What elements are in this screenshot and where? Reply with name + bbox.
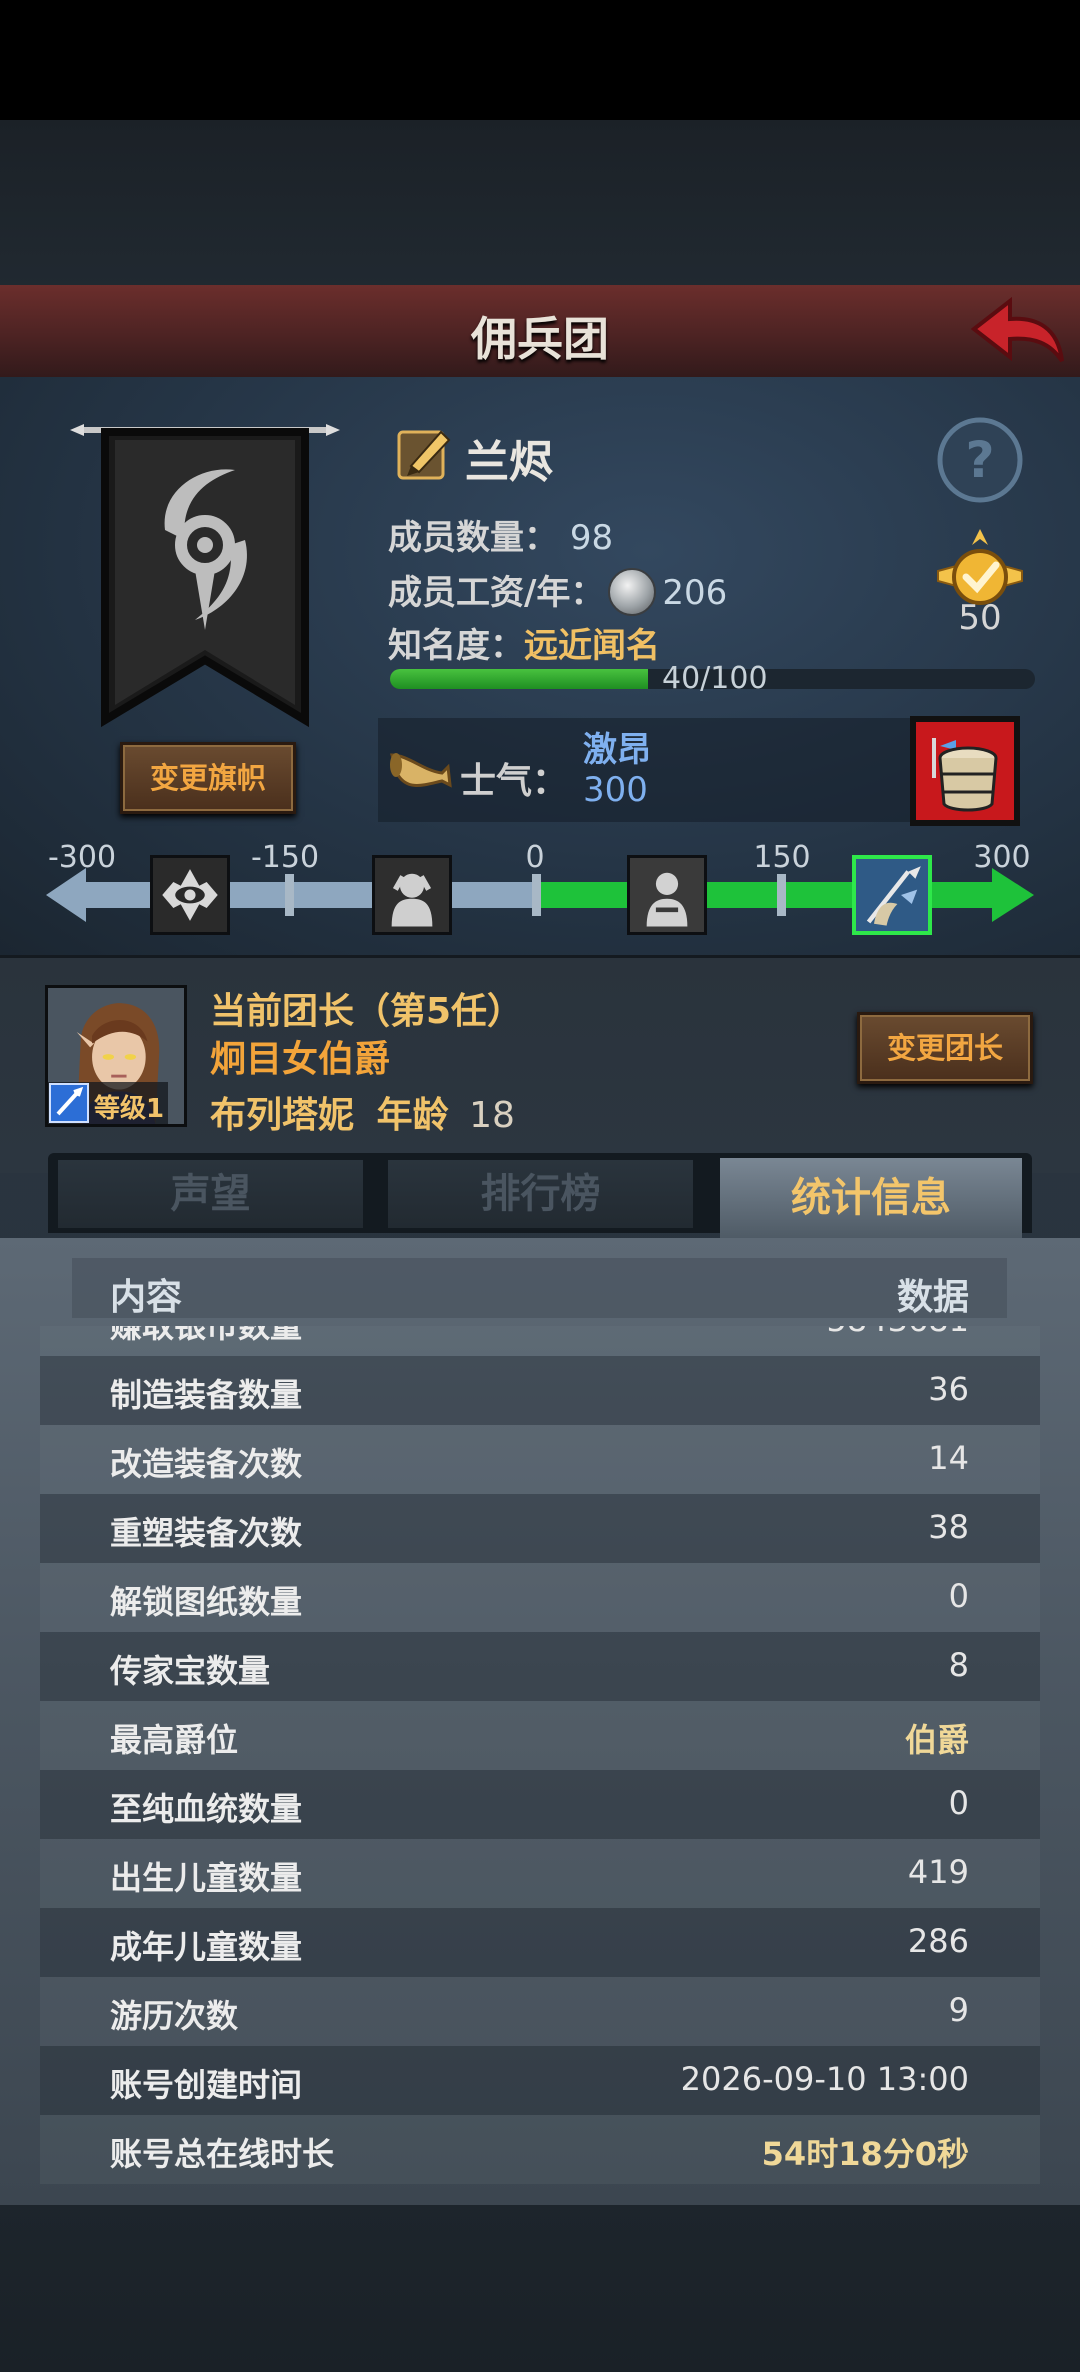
guild-name: 兰烬: [465, 437, 553, 488]
member-wage-label: 成员工资/年：: [388, 573, 605, 613]
scale-tick-label: 0: [525, 840, 545, 875]
svg-text:?: ?: [965, 431, 994, 489]
supply-barrel-icon[interactable]: [910, 716, 1020, 826]
statistics-table[interactable]: 内容 数据 赚取银币数量 5843681 制造装备数量 36 改造装备次数 14 重塑…: [0, 1238, 1080, 2205]
morale-label: 士气：: [460, 761, 569, 802]
row-label: 出生儿童数量: [110, 1859, 303, 1897]
row-label: 账号创建时间: [110, 2066, 303, 2104]
rename-pen-icon[interactable]: [395, 424, 455, 484]
leader-rank: 炯目女伯爵: [210, 1039, 391, 1080]
morale-inspired-icon[interactable]: [852, 855, 932, 935]
table-header: 内容 数据: [0, 1238, 1080, 1338]
morale-despair-icon[interactable]: [372, 855, 452, 935]
morale-panic-icon[interactable]: [150, 855, 230, 935]
row-value: 0: [948, 1784, 969, 1822]
member-wage: 成员工资/年： 206: [388, 565, 727, 622]
row-label: 制造装备数量: [110, 1376, 303, 1414]
table-row: 重塑装备次数 38: [0, 1494, 1080, 1563]
row-value: 286: [907, 1922, 969, 1960]
row-label: 解锁图纸数量: [110, 1583, 303, 1621]
row-value: 419: [907, 1853, 969, 1891]
header-data: 数据: [896, 1277, 969, 1318]
member-count: 成员数量： 98: [388, 510, 613, 559]
medal-value: 50: [958, 598, 1002, 638]
row-label: 改造装备次数: [110, 1445, 303, 1483]
row-value: 5843681: [826, 1326, 969, 1339]
leader-age-value: 18: [469, 1095, 515, 1136]
leader-name: 布列塔妮: [210, 1095, 355, 1136]
guild-banner-icon: [70, 424, 340, 728]
table-row: 赚取银币数量 5843681: [0, 1326, 1080, 1356]
table-row: 制造装备数量 36: [0, 1356, 1080, 1425]
page-title: 佣兵团: [471, 312, 609, 366]
table-row: 成年儿童数量 286: [0, 1908, 1080, 1977]
tab-leaderboard[interactable]: 排行榜: [388, 1160, 693, 1228]
table-row: 账号总在线时长 54时18分0秒: [0, 2115, 1080, 2184]
leader-level: 等级1: [94, 1094, 165, 1124]
tab-statistics[interactable]: 统计信息: [720, 1158, 1022, 1238]
member-count-label: 成员数量：: [388, 518, 558, 558]
fame-label: 知名度：: [388, 626, 524, 666]
row-label: 账号总在线时长: [110, 2135, 335, 2173]
table-row: 游历次数 9: [0, 1977, 1080, 2046]
row-label: 重塑装备次数: [110, 1514, 303, 1552]
row-label: 传家宝数量: [110, 1652, 271, 1690]
table-row: 解锁图纸数量 0: [0, 1563, 1080, 1632]
fame-progress-text: 40/100: [662, 661, 768, 696]
morale-calm-icon[interactable]: [627, 855, 707, 935]
member-count-value: 98: [569, 518, 614, 558]
row-label: 至纯血统数量: [110, 1790, 303, 1828]
back-arrow-icon[interactable]: [966, 291, 1066, 371]
fame: 知名度：远近闻名: [388, 618, 660, 667]
table-row: 传家宝数量 8: [0, 1632, 1080, 1701]
morale-value: 300: [583, 770, 648, 810]
title-bar: 佣兵团: [0, 285, 1080, 381]
row-label: 游历次数: [110, 1997, 239, 2035]
change-leader-button[interactable]: 变更团长: [857, 1012, 1033, 1084]
table-row: 最高爵位 伯爵: [0, 1701, 1080, 1770]
table-row: 至纯血统数量 0: [0, 1770, 1080, 1839]
table-row: 出生儿童数量 419: [0, 1839, 1080, 1908]
leader-info: 布列塔妮 年龄 18: [210, 1086, 515, 1138]
row-value: 38: [928, 1508, 969, 1546]
row-value: 14: [928, 1439, 969, 1477]
bottom-area: [0, 2205, 1080, 2372]
table-row: 改造装备次数 14: [0, 1425, 1080, 1494]
status-bar-area: [0, 0, 1080, 120]
member-wage-value: 206: [662, 573, 728, 613]
morale-state: 激昂: [583, 730, 651, 770]
tab-reputation[interactable]: 声望: [58, 1160, 363, 1228]
row-value: 54时18分0秒: [761, 2135, 969, 2173]
leader-title: 当前团长（第5任）: [210, 991, 524, 1032]
scale-tick-label: 300: [973, 840, 1031, 875]
silver-coin-icon: [608, 567, 657, 616]
row-value: 0: [948, 1577, 969, 1615]
row-value: 伯爵: [904, 1721, 969, 1759]
header-content: 内容: [110, 1277, 183, 1318]
row-value: 9: [948, 1991, 969, 2029]
row-value: 36: [928, 1370, 969, 1408]
row-value: 8: [948, 1646, 969, 1684]
scale-tick-label: -150: [250, 840, 320, 875]
row-label: 赚取银币数量: [110, 1326, 303, 1345]
table-body[interactable]: 赚取银币数量 5843681 制造装备数量 36 改造装备次数 14 重塑装备次数 38…: [0, 1326, 1080, 2205]
war-horn-icon: [389, 753, 452, 788]
help-icon[interactable]: ?: [935, 415, 1025, 505]
leader-age-label: 年龄: [376, 1095, 449, 1136]
change-banner-button[interactable]: 变更旗帜: [120, 742, 296, 814]
fame-value: 远近闻名: [524, 626, 660, 666]
table-header-bar: [72, 1258, 1007, 1318]
row-value: 2026-09-10 13:00: [680, 2060, 969, 2098]
scale-tick-label: -300: [47, 840, 117, 875]
table-row: 账号创建时间 2026-09-10 13:00: [0, 2046, 1080, 2115]
fame-progress-fill: [390, 669, 648, 689]
row-label: 最高爵位: [110, 1721, 239, 1759]
scale-tick-label: 150: [753, 840, 811, 875]
row-label: 成年儿童数量: [110, 1928, 303, 1966]
